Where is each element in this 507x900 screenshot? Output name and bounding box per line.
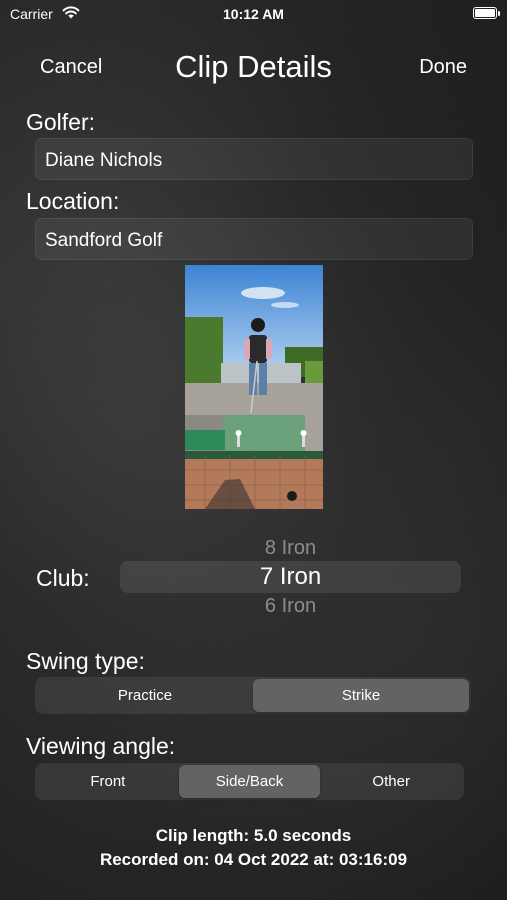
viewing-angle-side-back[interactable]: Side/Back [178, 765, 321, 798]
status-bar: Carrier 10:12 AM [0, 0, 507, 28]
golfer-field[interactable]: Diane Nichols [35, 138, 473, 180]
club-option-below[interactable]: 6 Iron [120, 595, 461, 618]
club-option-above[interactable]: 8 Iron [120, 537, 461, 560]
recorded-on-text: Recorded on: 04 Oct 2022 at: 03:16:09 [99, 850, 408, 869]
swing-type-strike[interactable]: Strike [253, 679, 469, 712]
swing-type-practice[interactable]: Practice [37, 679, 253, 712]
swing-type-label: Swing type: [26, 648, 145, 674]
golfer-label: Golfer: [26, 109, 96, 135]
navigation-bar: Cancel Clip Details Done [0, 44, 507, 90]
clip-length-text: Clip length: 5.0 seconds [155, 826, 352, 845]
done-button[interactable]: Done [419, 56, 467, 79]
location-field[interactable]: Sandford Golf [35, 218, 473, 260]
swing-type-segmented-control: Practice Strike [35, 677, 471, 714]
viewing-angle-front[interactable]: Front [37, 765, 179, 798]
viewing-angle-segmented-control: Front Side/Back Other [35, 763, 464, 800]
clip-thumbnail[interactable] [185, 265, 323, 509]
location-label: Location: [26, 188, 120, 214]
club-label: Club: [36, 565, 90, 591]
club-option-selected[interactable]: 7 Iron [120, 563, 461, 591]
battery-icon [473, 7, 500, 19]
viewing-angle-label: Viewing angle: [26, 733, 176, 759]
clock: 10:12 AM [223, 6, 284, 22]
viewing-angle-other[interactable]: Other [320, 765, 462, 798]
